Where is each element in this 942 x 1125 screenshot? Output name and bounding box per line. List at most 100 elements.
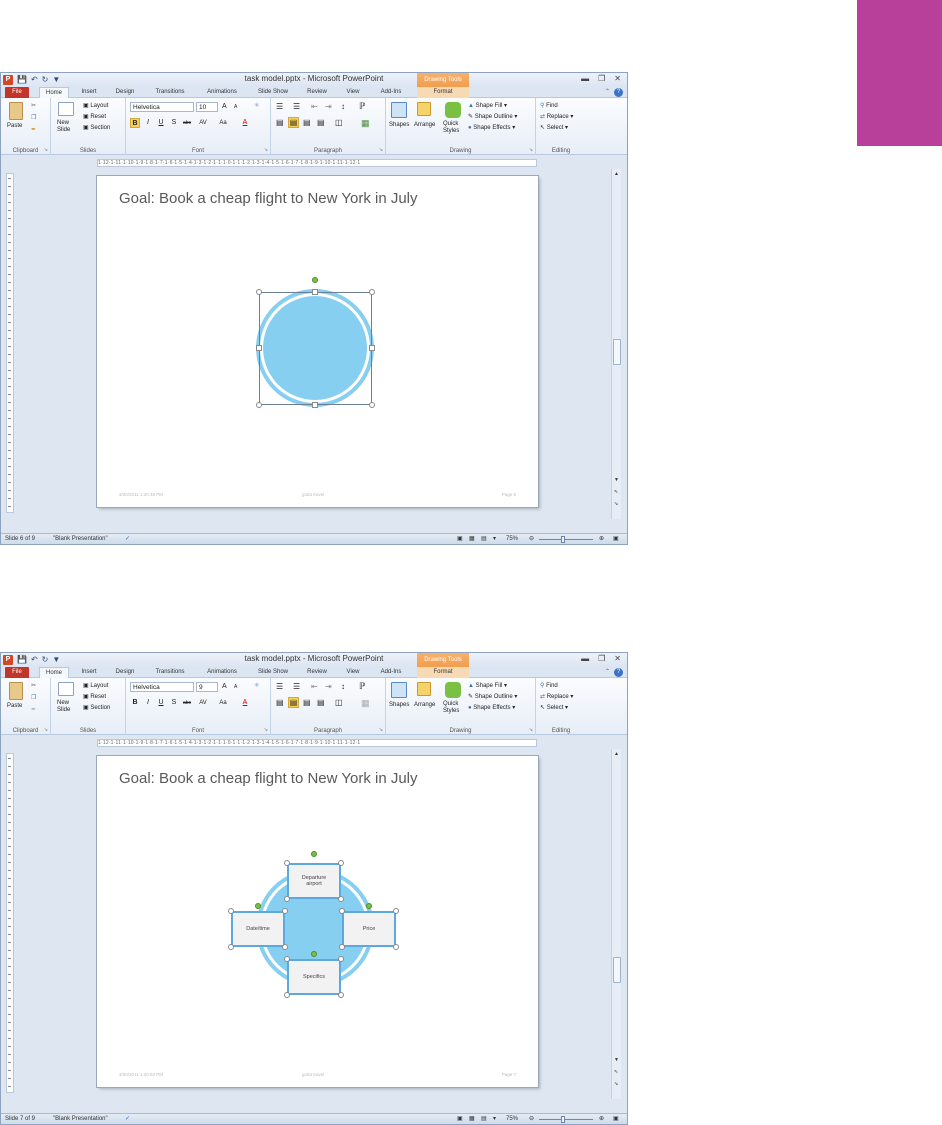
columns-icon[interactable]: ◫ [335, 698, 343, 707]
tab-design[interactable]: Design [111, 87, 139, 98]
close-icon[interactable]: ✕ [614, 74, 621, 83]
rotation-handle[interactable] [311, 851, 317, 857]
resize-handle[interactable] [338, 896, 344, 902]
tab-file[interactable]: File [5, 667, 29, 678]
decrease-indent-icon[interactable]: ⇤ [311, 682, 318, 691]
numbering-icon[interactable]: ☰ [293, 682, 300, 691]
shrink-font-button[interactable]: A [234, 684, 237, 690]
quick-styles-button[interactable]: Quick Styles [443, 701, 463, 715]
resize-handle[interactable] [284, 896, 290, 902]
next-slide-icon[interactable]: ⇘ [614, 501, 618, 507]
line-spacing-icon[interactable]: ↕ [341, 102, 345, 111]
resize-handle[interactable] [338, 992, 344, 998]
font-name-field[interactable]: Helvetica [130, 102, 194, 112]
shape-outline-button[interactable]: ✎ Shape Outline ▾ [468, 693, 517, 700]
change-case-button[interactable]: Aa [218, 698, 228, 708]
shape-fill-button[interactable]: ▲ Shape Fill ▾ [468, 682, 507, 689]
next-slide-icon[interactable]: ⇘ [614, 1081, 618, 1087]
drawing-launcher-icon[interactable]: ↘ [529, 727, 533, 733]
arrange-button[interactable]: Arrange [414, 122, 435, 128]
smartart-icon[interactable]: ▦ [361, 118, 370, 129]
slide-title[interactable]: Goal: Book a cheap flight to New York in… [119, 770, 418, 787]
tab-view[interactable]: View [341, 87, 365, 98]
minimize-ribbon-icon[interactable]: ⌃ [605, 88, 610, 95]
shadow-button[interactable]: S [169, 698, 179, 708]
tab-home[interactable]: Home [39, 667, 69, 678]
bold-button[interactable]: B [130, 118, 140, 128]
shapes-icon[interactable] [391, 682, 407, 698]
font-launcher-icon[interactable]: ↘ [264, 147, 268, 153]
resize-handle[interactable] [312, 402, 318, 408]
italic-button[interactable]: I [143, 698, 153, 708]
close-icon[interactable]: ✕ [614, 654, 621, 663]
tab-slide-show[interactable]: Slide Show [253, 87, 293, 98]
resize-handle[interactable] [228, 944, 234, 950]
new-slide-icon[interactable] [58, 102, 74, 116]
tab-view[interactable]: View [341, 667, 365, 678]
quick-styles-icon[interactable] [445, 102, 461, 118]
align-center-icon[interactable]: ▤ [288, 697, 299, 708]
zoom-slider[interactable] [539, 536, 593, 543]
increase-indent-icon[interactable]: ⇥ [325, 682, 332, 691]
theme-name[interactable]: "Blank Presentation" [53, 1114, 108, 1124]
vertical-scrollbar[interactable]: ▲ ▼ ⇖ ⇘ [611, 169, 621, 519]
tab-review[interactable]: Review [303, 87, 331, 98]
resize-handle[interactable] [228, 908, 234, 914]
tab-format[interactable]: Format [417, 87, 469, 98]
scroll-down-icon[interactable]: ▼ [614, 1057, 619, 1063]
reading-view-icon[interactable]: ▤ [481, 534, 487, 544]
clear-formatting-icon[interactable]: ⚛ [254, 682, 259, 689]
slide-sorter-icon[interactable]: ▦ [469, 534, 475, 544]
resize-handle[interactable] [256, 402, 262, 408]
strikethrough-button[interactable]: abc [182, 698, 192, 708]
tab-insert[interactable]: Insert [76, 87, 102, 98]
change-case-button[interactable]: Aa [218, 118, 228, 128]
reset-button[interactable]: ▣ Reset [83, 693, 106, 700]
slide-canvas[interactable]: Goal: Book a cheap flight to New York in… [97, 176, 538, 507]
resize-handle[interactable] [284, 956, 290, 962]
drawing-launcher-icon[interactable]: ↘ [529, 147, 533, 153]
text-direction-icon[interactable]: ℙ [359, 101, 365, 112]
scrollbar-thumb[interactable] [613, 957, 621, 983]
rotation-handle[interactable] [312, 277, 318, 283]
rotation-handle[interactable] [255, 903, 261, 909]
shapes-button[interactable]: Shapes [389, 122, 409, 128]
align-right-icon[interactable]: ▤ [303, 698, 311, 707]
find-button[interactable]: ⚲ Find [540, 102, 558, 109]
tab-insert[interactable]: Insert [76, 667, 102, 678]
resize-handle[interactable] [312, 289, 318, 295]
font-name-field[interactable]: Helvetica [130, 682, 194, 692]
resize-handle[interactable] [339, 908, 345, 914]
format-painter-icon[interactable]: ✒ [31, 706, 36, 713]
quick-styles-icon[interactable] [445, 682, 461, 698]
tab-file[interactable]: File [5, 87, 29, 98]
restore-icon[interactable]: ❐ [598, 74, 605, 83]
reset-button[interactable]: ▣ Reset [83, 113, 106, 120]
smartart-icon[interactable]: ▦ [361, 698, 370, 709]
cut-icon[interactable]: ✂ [31, 102, 36, 109]
minimize-ribbon-icon[interactable]: ⌃ [605, 668, 610, 675]
zoom-level[interactable]: 75% [506, 534, 518, 544]
italic-button[interactable]: I [143, 118, 153, 128]
date-time-box[interactable]: Date/time [231, 911, 285, 947]
slideshow-icon[interactable]: ▾ [493, 534, 496, 544]
fit-to-window-icon[interactable]: ▣ [613, 1114, 619, 1124]
resize-handle[interactable] [256, 289, 262, 295]
resize-handle[interactable] [393, 908, 399, 914]
slide-title[interactable]: Goal: Book a cheap flight to New York in… [119, 190, 418, 207]
paste-icon[interactable] [9, 102, 23, 120]
align-right-icon[interactable]: ▤ [303, 118, 311, 127]
tab-design[interactable]: Design [111, 667, 139, 678]
help-icon[interactable]: ? [614, 88, 623, 97]
strikethrough-button[interactable]: abc [182, 118, 192, 128]
resize-handle[interactable] [338, 956, 344, 962]
layout-button[interactable]: ▣ Layout [83, 102, 108, 109]
cut-icon[interactable]: ✂ [31, 682, 36, 689]
numbering-icon[interactable]: ☰ [293, 102, 300, 111]
scroll-up-icon[interactable]: ▲ [614, 751, 619, 757]
align-center-icon[interactable]: ▤ [288, 117, 299, 128]
font-color-button[interactable]: A [240, 118, 250, 128]
resize-handle[interactable] [282, 908, 288, 914]
tab-format[interactable]: Format [417, 667, 469, 678]
line-spacing-icon[interactable]: ↕ [341, 682, 345, 691]
